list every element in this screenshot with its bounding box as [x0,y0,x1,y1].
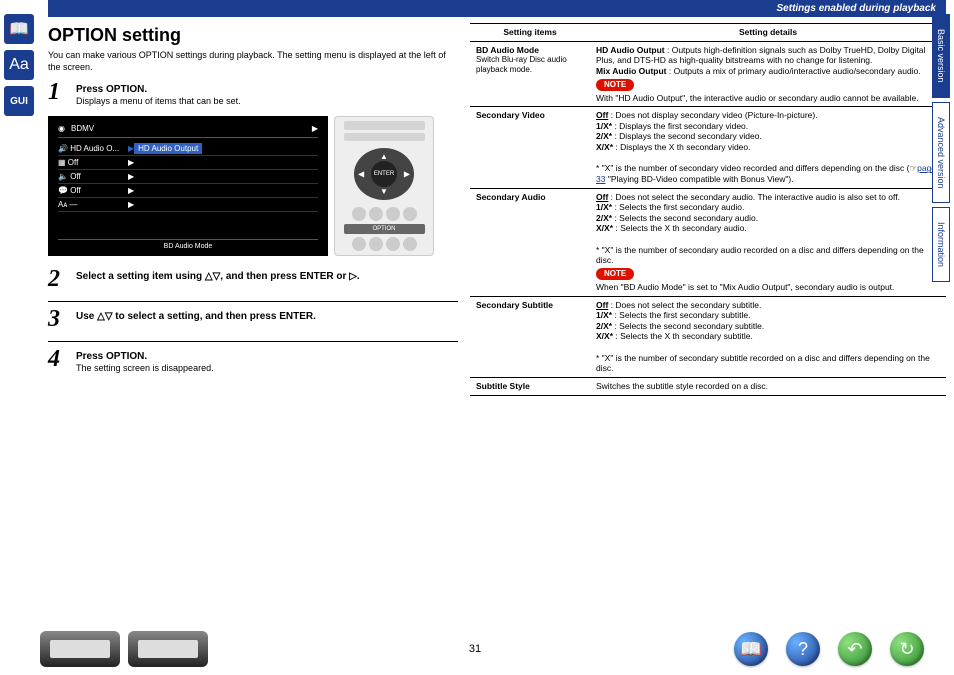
tab-basic[interactable]: Basic version [932,14,950,98]
step-4: 4 Press OPTION.The setting screen is dis… [48,346,458,375]
settings-table: Setting items Setting details BD Audio M… [470,23,946,396]
remote-diagram: ENTER ▲ ▼ ◀ ▶ OPTION [334,116,434,256]
note-badge: NOTE [596,79,634,91]
book-icon[interactable]: 📖 [4,14,34,44]
note-badge: NOTE [596,268,634,280]
table-row: Secondary Subtitle Off : Does not select… [470,296,946,377]
aa-icon[interactable]: Aa [4,50,34,80]
table-row: Secondary Audio Off : Does not select th… [470,188,946,296]
page-title: OPTION setting [48,25,458,46]
table-row: Subtitle Style Switches the subtitle sty… [470,377,946,395]
page-number: 31 [216,643,734,655]
osd-preview: ◉ BDMV ▶ 🔊 HD Audio O...▶HD Audio Output… [48,116,458,256]
left-sidebar-icons: 📖 Aa GUI [0,0,40,675]
tab-information[interactable]: Information [932,207,950,282]
gui-icon[interactable]: GUI [4,86,34,116]
footer: 31 📖 ? ↶ ↻ [40,631,924,667]
help-nav-icon[interactable]: ? [786,632,820,666]
tab-advanced[interactable]: Advanced version [932,102,950,204]
remote-option-button: OPTION [344,224,425,234]
step-3: 3 Use △▽ to select a setting, and then p… [48,306,458,333]
refresh-nav-icon[interactable]: ↻ [890,632,924,666]
page-link[interactable]: page 33 [596,163,936,184]
header-bar: Settings enabled during playback [48,0,946,17]
osd-disc-icon: ◉ [58,124,65,133]
device-button-1[interactable] [40,631,120,667]
side-tabs: Basic version Advanced version Informati… [932,14,954,286]
intro-text: You can make various OPTION settings dur… [48,50,458,73]
device-button-2[interactable] [128,631,208,667]
table-row: Secondary Video Off : Does not display s… [470,107,946,188]
back-nav-icon[interactable]: ↶ [838,632,872,666]
book-nav-icon[interactable]: 📖 [734,632,768,666]
dpad-icon: ENTER ▲ ▼ ◀ ▶ [354,148,414,200]
step-2: 2 Select a setting item using △▽, and th… [48,266,458,293]
table-row: BD Audio ModeSwitch Blu-ray Disc audio p… [470,41,946,107]
step-1: 1 Press OPTION. Displays a menu of items… [48,79,458,108]
